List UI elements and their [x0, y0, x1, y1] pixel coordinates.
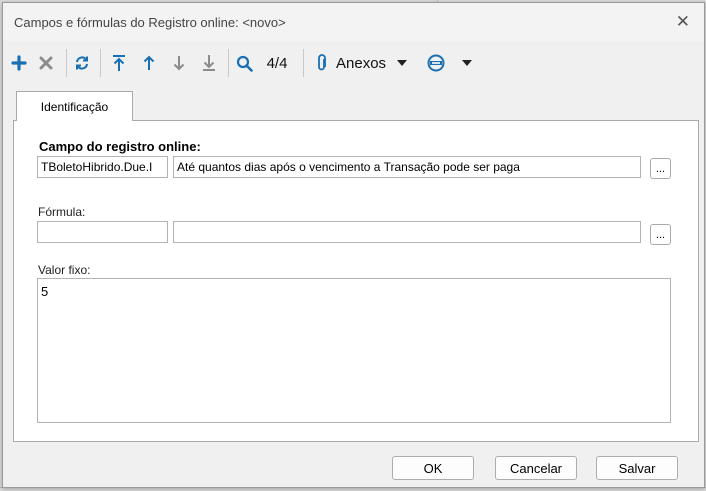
campo-browse-button[interactable]: ...: [650, 158, 671, 179]
formula-code-input[interactable]: [37, 221, 168, 243]
toolbar-separator: [66, 49, 67, 77]
chevron-down-icon: [397, 60, 408, 66]
record-counter: 4/4: [266, 54, 288, 72]
window-title: Campos e fórmulas do Registro online: <n…: [14, 15, 286, 30]
formula-label: Fórmula:: [38, 205, 86, 219]
search-button[interactable]: [233, 52, 255, 74]
arrow-to-bottom-icon: [203, 55, 215, 71]
valor-fixo-label: Valor fixo:: [38, 263, 91, 277]
options-dropdown-button[interactable]: [427, 52, 483, 74]
search-icon: [236, 55, 253, 72]
previous-record-button[interactable]: [139, 52, 159, 74]
arrow-up-icon: [143, 55, 155, 70]
toolbar-separator: [303, 49, 304, 77]
arrow-down-icon: [173, 56, 185, 71]
add-button[interactable]: [9, 52, 29, 74]
toolbar-separator: [228, 49, 229, 77]
delete-x-icon: [39, 56, 53, 70]
attachments-button[interactable]: Anexos: [316, 52, 416, 74]
formula-description-input[interactable]: [173, 221, 641, 243]
toolbar-separator: [100, 49, 101, 77]
delete-button[interactable]: [36, 52, 56, 74]
refresh-button[interactable]: [71, 52, 93, 74]
save-button[interactable]: Salvar: [596, 456, 678, 480]
paperclip-icon: [318, 54, 326, 71]
arrow-to-top-icon: [113, 55, 125, 71]
globe-minus-icon: [427, 54, 445, 72]
formula-browse-button[interactable]: ...: [650, 224, 671, 245]
next-record-button[interactable]: [169, 52, 189, 74]
ok-button[interactable]: OK: [392, 456, 474, 480]
campo-description-input[interactable]: Até quantos dias após o vencimento a Tra…: [173, 156, 641, 178]
campo-label: Campo do registro online:: [39, 139, 201, 154]
plus-icon: [11, 55, 27, 71]
tab-identificacao[interactable]: Identificação: [16, 91, 133, 121]
last-record-button[interactable]: [199, 52, 219, 74]
campo-code-input[interactable]: TBoletoHibrido.Due.I: [37, 156, 168, 178]
chevron-down-icon: [462, 60, 472, 66]
cancel-button[interactable]: Cancelar: [495, 456, 577, 480]
toolbar: 4/4 Anexos: [3, 43, 704, 83]
first-record-button[interactable]: [109, 52, 129, 74]
close-icon[interactable]: ✕: [676, 12, 690, 32]
valor-fixo-textarea[interactable]: 5: [37, 278, 671, 423]
attachments-label: Anexos: [336, 54, 387, 72]
title-bar: Campos e fórmulas do Registro online: <n…: [3, 3, 704, 41]
refresh-icon: [76, 56, 88, 70]
